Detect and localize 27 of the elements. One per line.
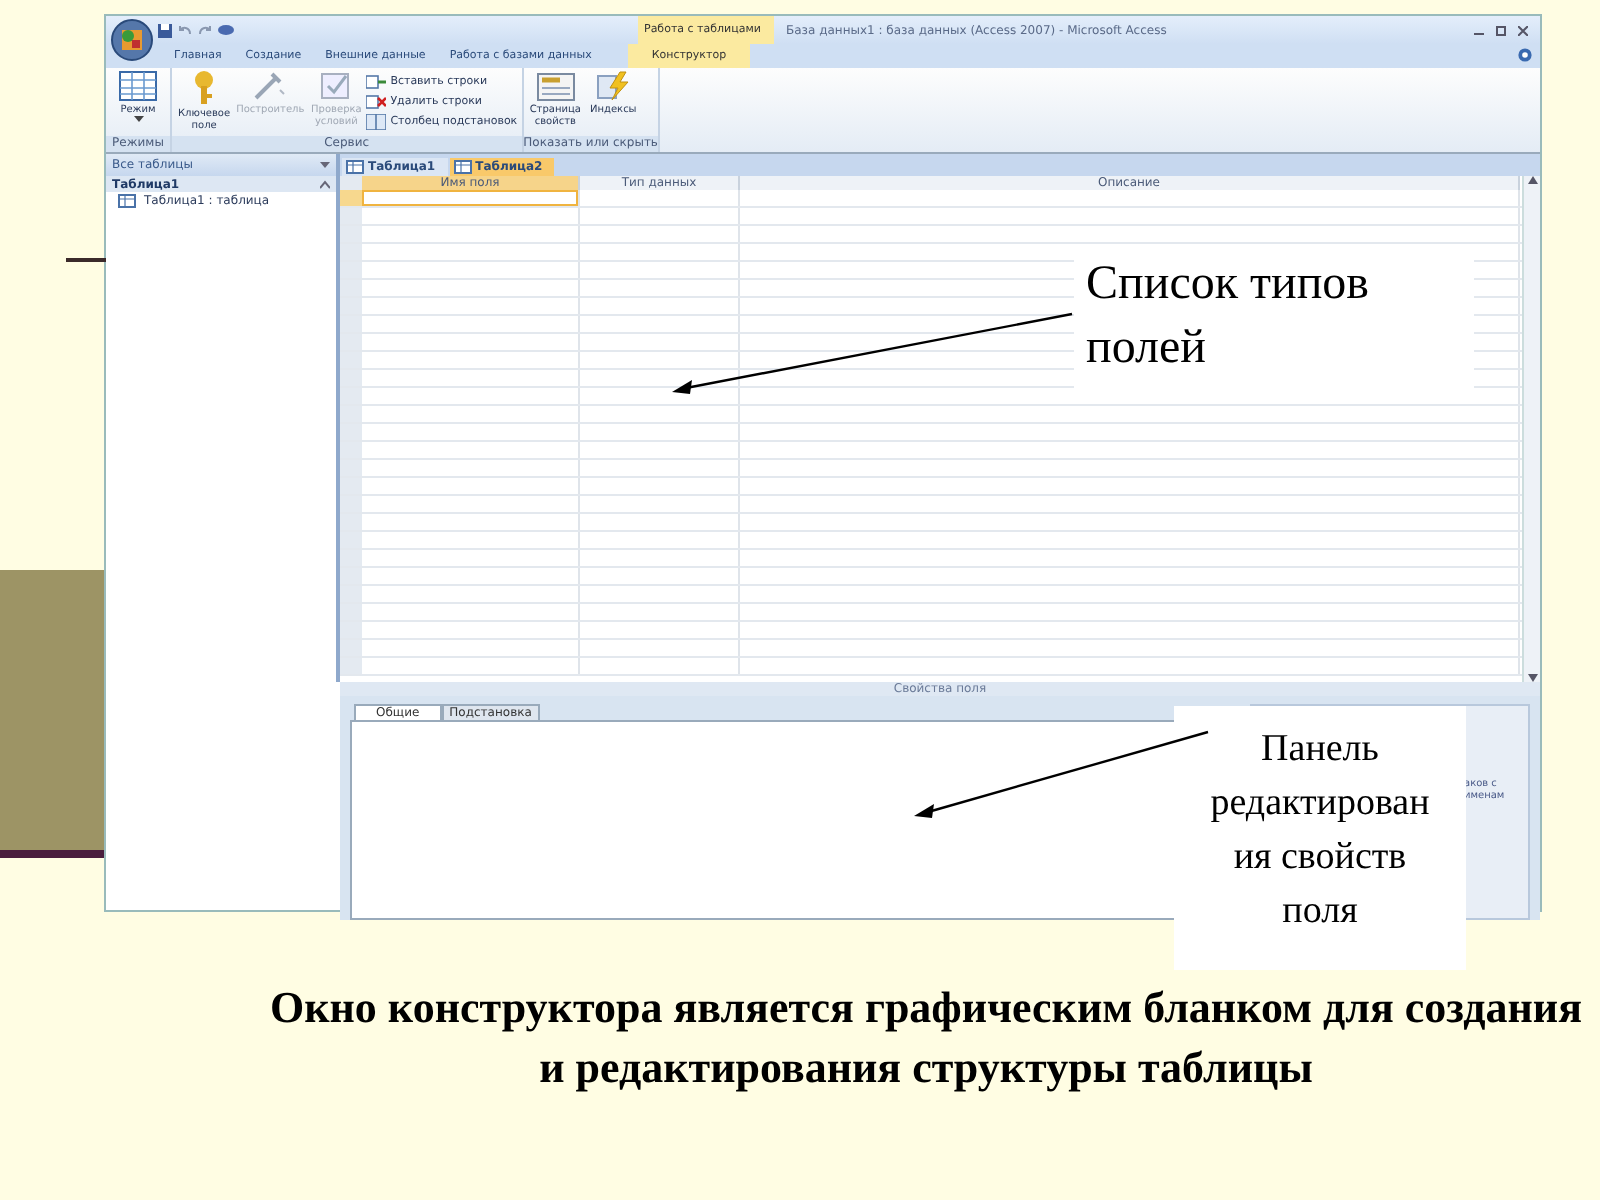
scroll-bar[interactable] (1522, 176, 1540, 682)
maximize-icon[interactable] (1496, 25, 1506, 35)
redo-icon[interactable] (198, 24, 212, 36)
slide-caption: Окно конструктора является графическим бланком для создания и редактирования структуры таблицы (267, 980, 1585, 1096)
save-icon[interactable] (158, 23, 172, 37)
close-icon[interactable] (1518, 25, 1528, 35)
select-all-corner[interactable] (340, 176, 362, 190)
caret-icon (133, 116, 143, 122)
table-icon (346, 160, 364, 174)
help-icon[interactable] (1518, 48, 1532, 62)
key-icon (190, 70, 219, 106)
lookup-column-icon (366, 113, 387, 129)
row-selector[interactable] (340, 658, 362, 674)
table-icon (453, 160, 472, 174)
chevron-icon (320, 161, 330, 169)
delete-rows-icon (366, 93, 387, 109)
row-selector[interactable] (340, 208, 362, 224)
insert-rows-icon (366, 73, 387, 89)
collapse-icon (320, 179, 330, 189)
table-icon (118, 70, 158, 102)
row-selector[interactable] (340, 190, 362, 206)
active-cell[interactable] (362, 190, 578, 206)
slide-decoration-rule (66, 258, 106, 262)
callout-text: Панель редактирования свойств поля (1174, 706, 1466, 970)
table-icon (118, 194, 136, 208)
lightning-icon (595, 70, 632, 102)
undo-icon[interactable] (178, 24, 192, 36)
